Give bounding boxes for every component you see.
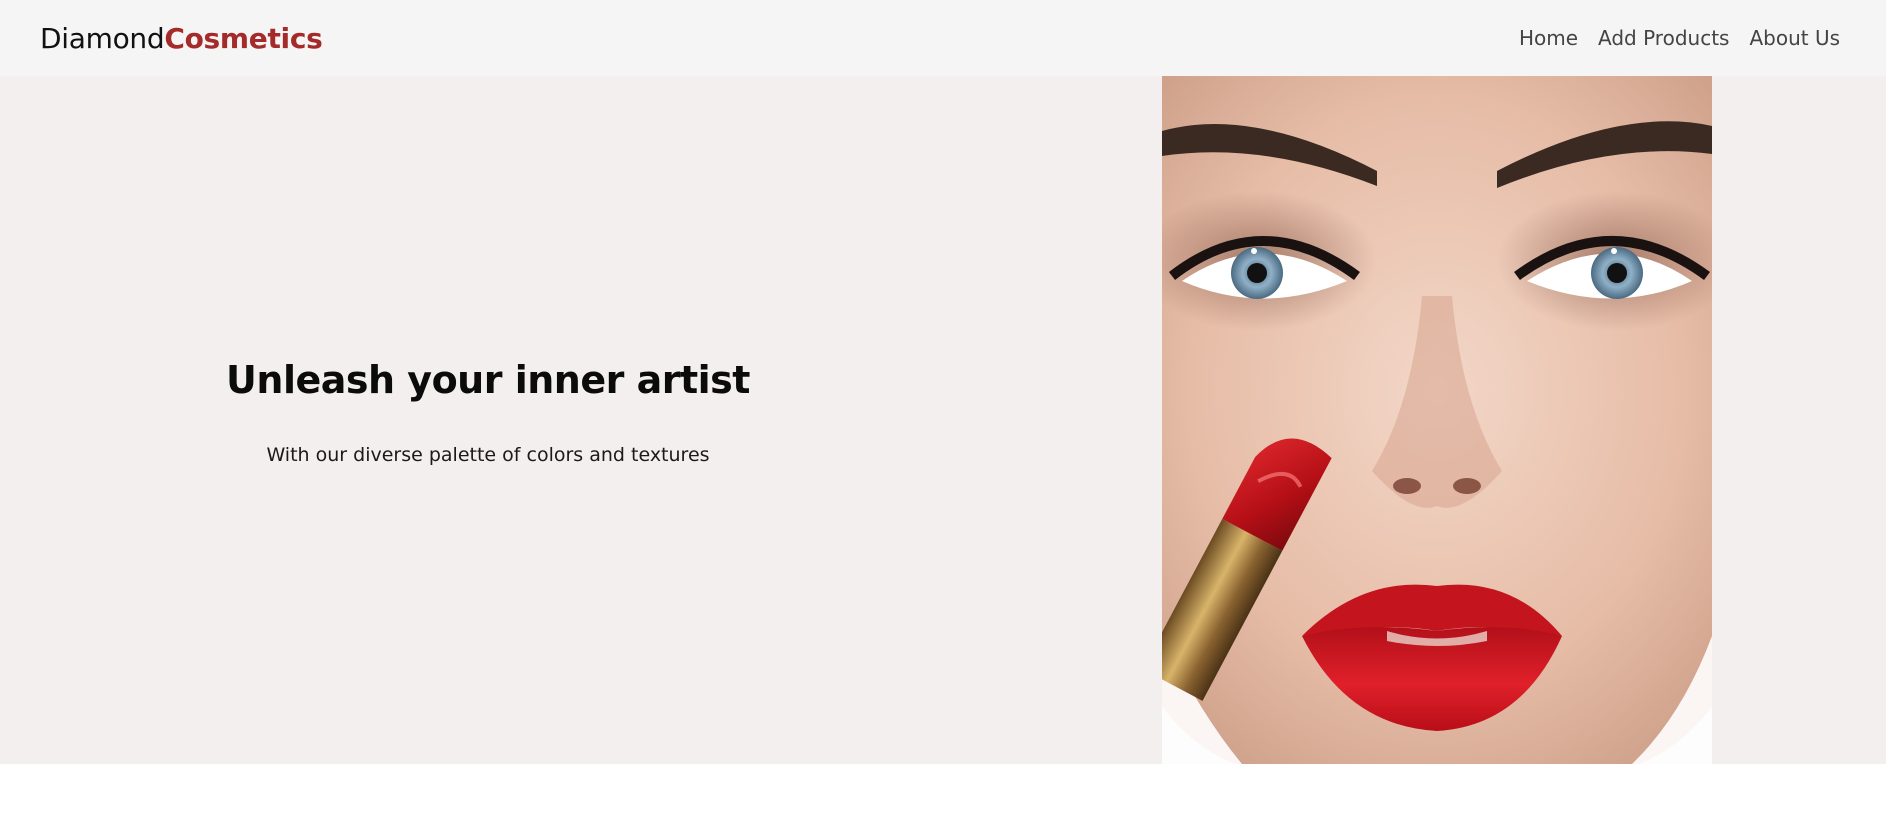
nav-link-about-us[interactable]: About Us	[1749, 26, 1840, 50]
brand-accent-text: Cosmetics	[164, 21, 323, 55]
nav-link-home[interactable]: Home	[1519, 26, 1578, 50]
hero-model-image	[1162, 76, 1712, 764]
model-face-illustration	[1162, 76, 1712, 764]
hero-section: Unleash your inner artist With our diver…	[0, 76, 1886, 764]
nav-link-add-products[interactable]: Add Products	[1598, 26, 1729, 50]
hero-title: Unleash your inner artist	[226, 358, 750, 402]
navbar: DiamondCosmetics Home Add Products About…	[0, 0, 1886, 76]
hero-text-block: Unleash your inner artist With our diver…	[0, 76, 976, 764]
brand-logo[interactable]: DiamondCosmetics	[40, 22, 323, 55]
nav-links: Home Add Products About Us	[1519, 26, 1840, 50]
hero-subtitle: With our diverse palette of colors and t…	[266, 444, 710, 466]
brand-main-text: Diamond	[40, 21, 165, 55]
